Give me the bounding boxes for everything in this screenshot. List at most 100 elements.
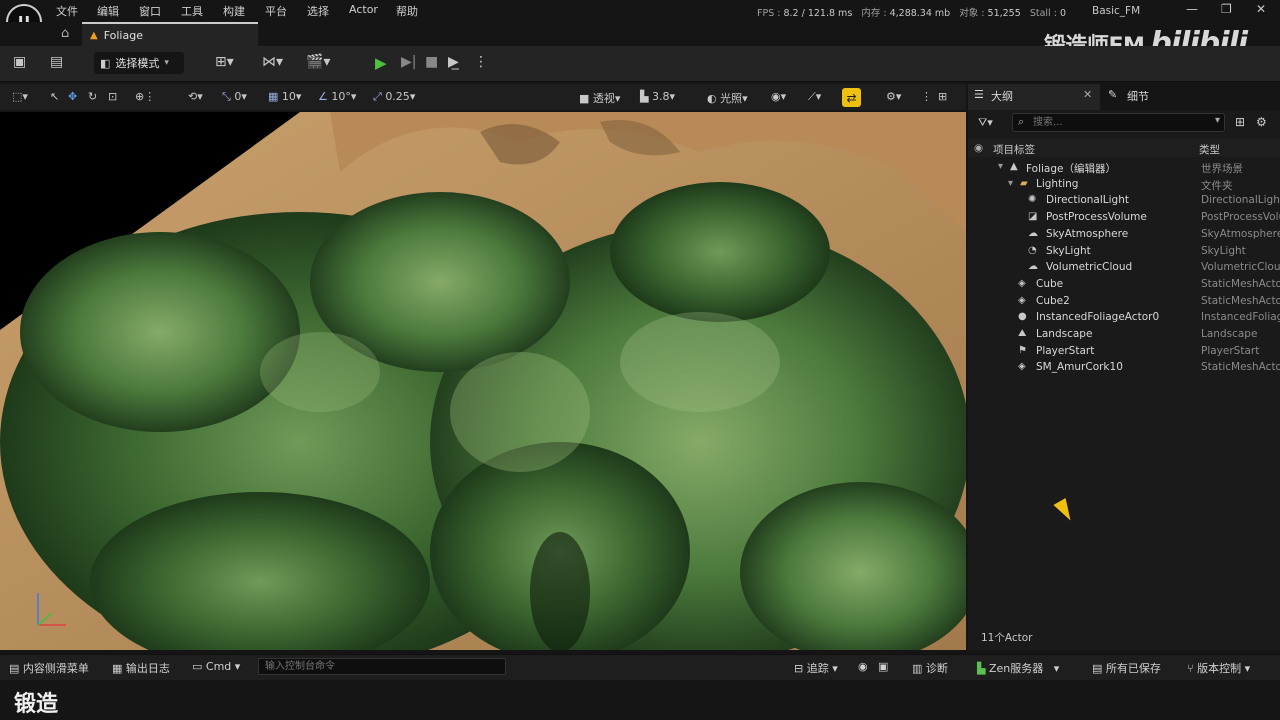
menu-help[interactable]: 帮助 — [396, 3, 418, 19]
static-mesh-icon: ◈ — [1018, 294, 1026, 306]
outliner-row[interactable]: ▾ ▲ Foliage（编辑器） 世界场景 — [970, 160, 1280, 176]
more-options-icon[interactable]: ⋮ — [474, 54, 488, 70]
zen-server-dropdown[interactable]: ▙ Zen服务器 ▾ — [977, 660, 1059, 676]
world-space-icon[interactable]: ⊕⋮ — [135, 90, 155, 103]
select-mode-dropdown[interactable]: ◧ 选择模式 ▾ — [94, 52, 184, 74]
outliner-row[interactable]: ◔ SkyLight SkyLight — [970, 244, 1280, 260]
translate-tool-icon[interactable]: ✥ — [68, 90, 77, 103]
menu-tools[interactable]: 工具 — [181, 3, 203, 19]
close-icon[interactable]: ✕ — [1256, 2, 1266, 16]
cmd-dropdown[interactable]: ▭ Cmd ▾ — [192, 660, 240, 673]
all-saved-button[interactable]: ▤ 所有已保存 — [1092, 660, 1161, 676]
level-viewport[interactable] — [0, 112, 966, 650]
menu-edit[interactable]: 编辑 — [97, 3, 119, 19]
viewport-menu-icon[interactable]: ⬚▾ — [12, 90, 28, 103]
row-type: StaticMeshActor — [1201, 361, 1280, 374]
outliner-row[interactable]: ☁ VolumetricCloud VolumetricCloud — [970, 260, 1280, 276]
outliner-row[interactable]: ◈ Cube2 StaticMeshActor — [970, 294, 1280, 310]
level-icon: ▲ — [90, 29, 98, 41]
add-actor-icon[interactable]: ⊞▾ — [215, 54, 234, 70]
visibility-icon[interactable]: ◉ — [974, 142, 983, 154]
viewport-more-icon[interactable]: ⋮ — [921, 90, 932, 103]
filter-icon[interactable]: ⛛▾ — [978, 116, 993, 130]
tab-label: Foliage — [103, 28, 143, 42]
scale-snap[interactable]: ⤢ 0.25▾ — [373, 90, 415, 104]
rotate-snap-value: 0 — [234, 90, 242, 103]
record-icon[interactable]: ◉ — [858, 660, 868, 673]
tab-outliner[interactable] — [968, 84, 1100, 110]
save-icon[interactable]: ▣ — [13, 54, 26, 70]
minimize-icon[interactable]: — — [1186, 2, 1198, 16]
column-type[interactable]: 类型 — [1199, 142, 1220, 157]
outliner-row[interactable]: ⛰ Landscape Landscape — [970, 327, 1280, 343]
rotate-tool-icon[interactable]: ↻ — [88, 90, 97, 103]
menu-select[interactable]: 选择 — [307, 3, 329, 19]
cinematics-icon[interactable]: 🎬▾ — [306, 54, 330, 70]
blueprint-icon[interactable]: ⋈▾ — [262, 54, 283, 70]
output-log-button[interactable]: ▦ 输出日志 — [112, 660, 170, 676]
console-command-input[interactable] — [258, 658, 506, 675]
row-label: InstancedFoliageActor0 — [1036, 311, 1160, 324]
trace-dropdown[interactable]: ⊟ 追踪 ▾ — [794, 660, 838, 676]
content-drawer-button[interactable]: ▤ 内容侧滑菜单 — [9, 660, 89, 676]
source-control-dropdown[interactable]: ⑂ 版本控制 ▾ — [1187, 660, 1250, 676]
restore-icon[interactable]: ❐ — [1221, 2, 1232, 16]
tab-details[interactable]: 细节 — [1127, 88, 1149, 104]
menu-window[interactable]: 窗口 — [139, 3, 161, 19]
outliner-row[interactable]: ⚑ PlayerStart PlayerStart — [970, 344, 1280, 360]
menu-platform[interactable]: 平台 — [265, 3, 287, 19]
surface-snap-icon[interactable]: ⟲▾ — [188, 90, 203, 103]
viewport-settings-icon[interactable]: ⚙▾ — [886, 90, 901, 103]
outliner-row[interactable]: ◪ PostProcessVolume PostProcessVolume — [970, 210, 1280, 226]
outliner-settings-icon[interactable]: ⚙ — [1256, 115, 1267, 129]
realtime-icon[interactable]: ⟋▾ — [808, 90, 821, 104]
row-type: InstancedFoliageActor — [1201, 311, 1280, 324]
angle-snap[interactable]: ∠ 10°▾ — [318, 90, 356, 103]
angle-snap-icon: ∠ — [318, 90, 328, 103]
actor-count: 11个Actor — [981, 632, 1033, 644]
grid-snap[interactable]: ▦ 10▾ — [268, 90, 301, 103]
outliner-row[interactable]: ◈ Cube StaticMeshActor — [970, 277, 1280, 293]
game-view-toggle-icon[interactable]: ⇄ — [842, 88, 861, 107]
chevron-down-icon[interactable]: ▾ — [1215, 115, 1220, 126]
viewport-layout-icon[interactable]: ⊞ — [938, 90, 947, 103]
tab-foliage-level[interactable]: ▲ Foliage — [82, 22, 258, 46]
folder-icon: ▰ — [1020, 177, 1028, 189]
home-icon[interactable]: ⌂ — [61, 26, 69, 41]
select-tool-icon[interactable]: ↖ — [50, 90, 59, 103]
outliner-row[interactable]: ☁ SkyAtmosphere SkyAtmosphere — [970, 227, 1280, 243]
outliner-row[interactable]: ▾ ▰ Lighting 文件夹 — [970, 177, 1280, 193]
lighting-dropdown[interactable]: ◐ 光照▾ — [707, 90, 748, 106]
outliner-row[interactable]: ● InstancedFoliageActor0 InstancedFoliageA… — [970, 310, 1280, 326]
scale-tool-icon[interactable]: ⊡ — [108, 90, 117, 103]
stall-value: 0 — [1059, 8, 1066, 19]
outliner-row[interactable]: ◈ SM_AmurCork10 StaticMeshActor — [970, 360, 1280, 376]
trace-icon: ⊟ — [794, 662, 804, 675]
show-flags-icon[interactable]: ◉▾ — [771, 90, 786, 103]
outliner-search[interactable]: ⌕ ▾ — [1012, 113, 1225, 132]
step-icon[interactable]: ▶| — [401, 54, 416, 70]
stop-icon[interactable]: ■ — [425, 54, 438, 70]
outliner-row[interactable]: ✺ DirectionalLight DirectionalLight — [970, 193, 1280, 209]
column-label[interactable]: 项目标签 — [993, 142, 1035, 157]
skylight-icon: ◔ — [1028, 244, 1037, 256]
row-type: StaticMeshActor — [1201, 277, 1280, 290]
play-icon[interactable]: ▶ — [375, 54, 387, 72]
play-options-icon[interactable]: ▶̲ — [448, 54, 459, 70]
menu-actor[interactable]: Actor — [349, 3, 378, 16]
menu-file[interactable]: 文件 — [56, 3, 78, 19]
add-folder-icon[interactable]: ⊞ — [1235, 115, 1245, 129]
cmd-label: Cmd — [205, 660, 232, 673]
camera-speed[interactable]: ▙ 3.8▾ — [640, 90, 675, 103]
expand-arrow-icon[interactable]: ▾ — [1008, 178, 1013, 189]
performance-stats: FPS : 8.2 / 121.8 ms 内存 : 4,288.34 mb 对象… — [757, 5, 1066, 19]
screenshot-icon[interactable]: ▣ — [878, 660, 888, 673]
diagnostics-button[interactable]: ▥ 诊断 — [912, 660, 948, 676]
search-input[interactable] — [1033, 115, 1203, 130]
expand-arrow-icon[interactable]: ▾ — [998, 161, 1003, 172]
perspective-dropdown[interactable]: ■ 透视▾ — [579, 90, 620, 106]
content-browser-icon[interactable]: ▤ — [50, 54, 63, 70]
close-outliner-icon[interactable]: ✕ — [1083, 88, 1092, 101]
rotate-snap[interactable]: ⤡ 0▾ — [222, 90, 247, 104]
menu-build[interactable]: 构建 — [223, 3, 245, 19]
